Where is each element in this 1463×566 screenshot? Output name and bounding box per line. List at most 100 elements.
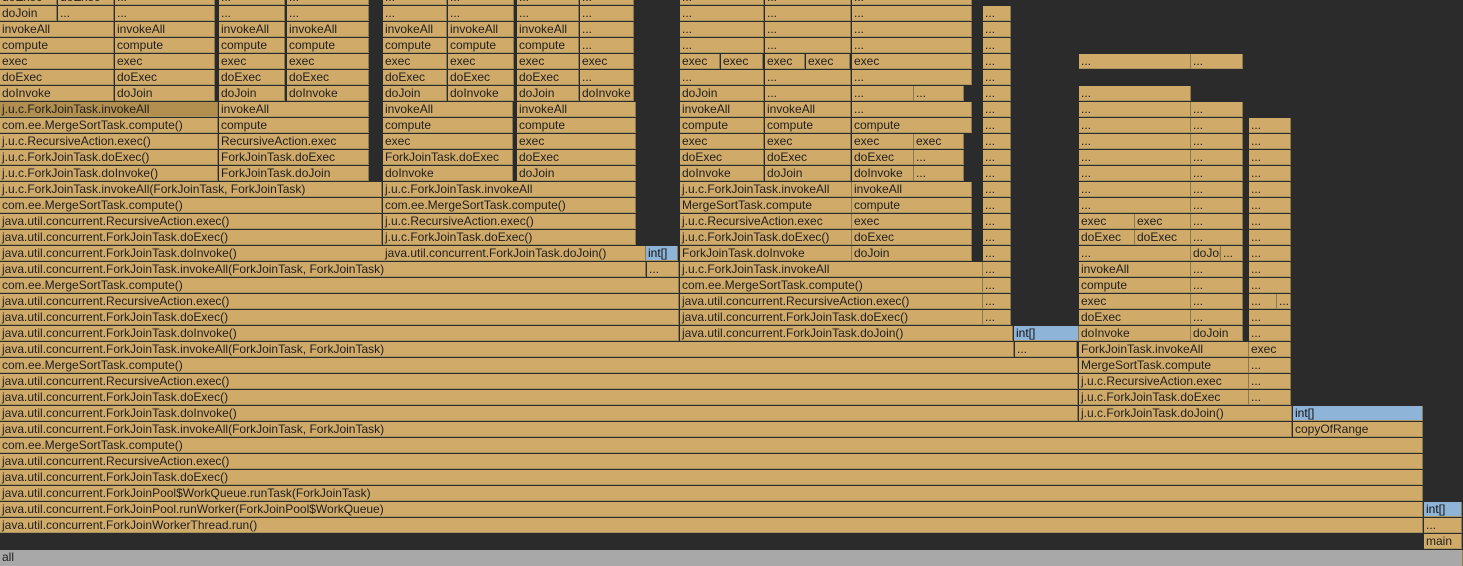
frame-java-util-concurrent-recursiveaction-exec[interactable]: java.util.concurrent.RecursiveAction.exe… xyxy=(0,454,1423,469)
frame-java-util-concurrent-forkjoinpool-runworker-forkjoinpool-workqueue[interactable]: java.util.concurrent.ForkJoinPool.runWor… xyxy=(0,502,1423,517)
frame-collapsed[interactable]: ... xyxy=(1191,150,1243,165)
frame-compute[interactable]: compute xyxy=(383,38,447,53)
frame-java-util-concurrent-forkjointask-doinvoke[interactable]: java.util.concurrent.ForkJoinTask.doInvo… xyxy=(0,326,679,341)
frame-invokeall[interactable]: invokeAll xyxy=(115,22,215,37)
frame-collapsed[interactable]: ... xyxy=(1249,134,1291,149)
frame-java-util-concurrent-forkjointask-doexec[interactable]: java.util.concurrent.ForkJoinTask.doExec… xyxy=(0,230,382,245)
frame-collapsed[interactable]: ... xyxy=(448,6,514,21)
frame-compute[interactable]: compute xyxy=(383,118,513,133)
frame-doexec[interactable]: doExec xyxy=(1079,230,1135,245)
frame-collapsed[interactable]: ... xyxy=(852,70,972,85)
frame-doexec[interactable]: doExec xyxy=(852,230,972,245)
frame-collapsed[interactable]: ... xyxy=(983,86,1011,101)
frame-collapsed[interactable]: ... xyxy=(1191,230,1243,245)
frame-invokeall[interactable]: invokeAll xyxy=(219,102,369,117)
frame-main[interactable]: main xyxy=(1424,534,1462,549)
frame-compute[interactable]: compute xyxy=(287,38,369,53)
frame-java-util-concurrent-forkjointask-invokeall-forkjointask-forkjointask[interactable]: java.util.concurrent.ForkJoinTask.invoke… xyxy=(0,342,1014,357)
frame-invokeall[interactable]: invokeAll xyxy=(383,102,513,117)
frame-collapsed[interactable]: ... xyxy=(914,166,964,181)
frame-j-u-c-forkjointask-doexec[interactable]: j.u.c.ForkJoinTask.doExec xyxy=(1079,390,1249,405)
frame-forkjointask-doinvoke[interactable]: ForkJoinTask.doInvoke xyxy=(680,246,852,261)
frame-compute[interactable]: compute xyxy=(765,118,851,133)
frame-compute[interactable]: compute xyxy=(115,38,215,53)
frame-invokeall[interactable]: invokeAll xyxy=(1079,262,1191,277)
frame-compute[interactable]: compute xyxy=(852,198,972,213)
frame-j-u-c-forkjointask-invokeall[interactable]: j.u.c.ForkJoinTask.invokeAll xyxy=(680,262,983,277)
frame-copyofrange[interactable]: copyOfRange xyxy=(1293,422,1423,437)
frame-java-util-concurrent-forkjointask-doexec[interactable]: java.util.concurrent.ForkJoinTask.doExec… xyxy=(0,390,1078,405)
frame-collapsed[interactable]: ... xyxy=(680,22,764,37)
frame-exec[interactable]: exec xyxy=(914,134,964,149)
frame-dojoin[interactable]: doJoin xyxy=(517,166,636,181)
frame-collapsed[interactable]: ... xyxy=(1249,246,1291,261)
frame-exec[interactable]: exec xyxy=(852,54,972,69)
frame-collapsed[interactable]: ... xyxy=(680,6,764,21)
frame-collapsed[interactable]: ... xyxy=(287,0,369,5)
frame-compute[interactable]: compute xyxy=(0,38,114,53)
frame-collapsed[interactable]: ... xyxy=(680,70,764,85)
frame-collapsed[interactable]: ... xyxy=(983,246,1011,261)
frame-invokeall[interactable]: invokeAll xyxy=(448,22,514,37)
frame-collapsed[interactable]: ... xyxy=(580,6,634,21)
frame-dojoin[interactable]: doJoin xyxy=(517,86,579,101)
frame-collapsed[interactable]: ... xyxy=(852,6,972,21)
frame-exec[interactable]: exec xyxy=(383,54,447,69)
frame-forkjointask-invokeall[interactable]: ForkJoinTask.invokeAll xyxy=(1079,342,1249,357)
frame-exec[interactable]: exec xyxy=(1079,294,1191,309)
frame-java-util-concurrent-forkjointask-dojoin[interactable]: java.util.concurrent.ForkJoinTask.doJoin… xyxy=(383,246,646,261)
frame-invokeall[interactable]: invokeAll xyxy=(852,182,972,197)
frame-java-util-concurrent-forkjoinpool-workqueue-runtask-forkjointask[interactable]: java.util.concurrent.ForkJoinPool$WorkQu… xyxy=(0,486,1423,501)
frame-doexec[interactable]: doExec xyxy=(765,150,851,165)
frame-collapsed[interactable]: ... xyxy=(383,6,447,21)
frame-com-ee-mergesorttask-compute[interactable]: com.ee.MergeSortTask.compute() xyxy=(383,198,636,213)
frame-collapsed[interactable]: ... xyxy=(1249,358,1291,373)
frame-collapsed[interactable]: ... xyxy=(852,0,972,5)
frame-collapsed[interactable]: ... xyxy=(1191,278,1243,293)
frame-doinvoke[interactable]: doInvoke xyxy=(0,86,114,101)
frame-compute[interactable]: compute xyxy=(680,118,764,133)
frame-dojoin[interactable]: doJoin xyxy=(115,86,215,101)
frame-collapsed[interactable]: ... xyxy=(1079,86,1191,101)
frame-collapsed[interactable]: ... xyxy=(1249,390,1291,405)
frame-java-util-concurrent-forkjointask-doexec[interactable]: java.util.concurrent.ForkJoinTask.doExec… xyxy=(0,470,1423,485)
frame-exec[interactable]: exec xyxy=(852,214,972,229)
frame-j-u-c-recursiveaction-exec[interactable]: j.u.c.RecursiveAction.exec xyxy=(680,214,852,229)
frame-j-u-c-recursiveaction-exec[interactable]: j.u.c.RecursiveAction.exec() xyxy=(0,134,218,149)
frame-doinvoke[interactable]: doInvoke xyxy=(580,86,634,101)
frame-collapsed[interactable]: ... xyxy=(1079,150,1191,165)
frame-doexec[interactable]: doExec xyxy=(58,0,114,5)
frame-invokeall[interactable]: invokeAll xyxy=(383,22,447,37)
frame-collapsed[interactable]: ... xyxy=(647,262,679,277)
frame-forkjointask-dojoin[interactable]: ForkJoinTask.doJoin xyxy=(219,166,369,181)
frame-collapsed[interactable]: ... xyxy=(115,6,215,21)
frame-collapsed[interactable]: ... xyxy=(983,214,1011,229)
frame-j-u-c-forkjointask-invokeall[interactable]: j.u.c.ForkJoinTask.invokeAll xyxy=(680,182,852,197)
frame-exec[interactable]: exec xyxy=(448,54,514,69)
frame-exec[interactable]: exec xyxy=(517,134,636,149)
frame-doexec[interactable]: doExec xyxy=(1135,230,1191,245)
frame-dojoin[interactable]: doJoin xyxy=(0,6,57,21)
frame-collapsed[interactable]: ... xyxy=(580,0,634,5)
frame-collapsed[interactable]: ... xyxy=(852,102,972,117)
frame-dojoin[interactable]: doJoin xyxy=(383,86,447,101)
frame-collapsed[interactable]: ... xyxy=(1079,102,1191,117)
frame-collapsed[interactable]: ... xyxy=(1079,246,1191,261)
frame-j-u-c-forkjointask-dojoin[interactable]: j.u.c.ForkJoinTask.doJoin() xyxy=(1079,406,1292,421)
frame-com-ee-mergesorttask-compute[interactable]: com.ee.MergeSortTask.compute() xyxy=(0,118,218,133)
frame-collapsed[interactable]: ... xyxy=(1191,118,1243,133)
frame-j-u-c-recursiveaction-exec[interactable]: j.u.c.RecursiveAction.exec() xyxy=(383,214,636,229)
frame-collapsed[interactable]: ... xyxy=(1249,374,1291,389)
frame-java-util-concurrent-forkjointask-doexec[interactable]: java.util.concurrent.ForkJoinTask.doExec… xyxy=(680,310,983,325)
frame-collapsed[interactable]: ... xyxy=(852,22,972,37)
frame-forkjointask-doexec[interactable]: ForkJoinTask.doExec xyxy=(383,150,513,165)
frame-collapsed[interactable]: ... xyxy=(1191,262,1243,277)
frame-java-util-concurrent-forkjointask-doinvoke[interactable]: java.util.concurrent.ForkJoinTask.doInvo… xyxy=(0,406,1078,421)
frame-collapsed[interactable]: ... xyxy=(1249,150,1291,165)
frame-dojoin[interactable]: doJoin xyxy=(852,246,972,261)
frame-collapsed[interactable]: ... xyxy=(1079,198,1191,213)
frame-invokeall[interactable]: invokeAll xyxy=(287,22,369,37)
frame-collapsed[interactable]: ... xyxy=(680,0,764,5)
frame-mergesorttask-compute[interactable]: MergeSortTask.compute xyxy=(680,198,852,213)
frame-collapsed[interactable]: ... xyxy=(1015,342,1077,357)
